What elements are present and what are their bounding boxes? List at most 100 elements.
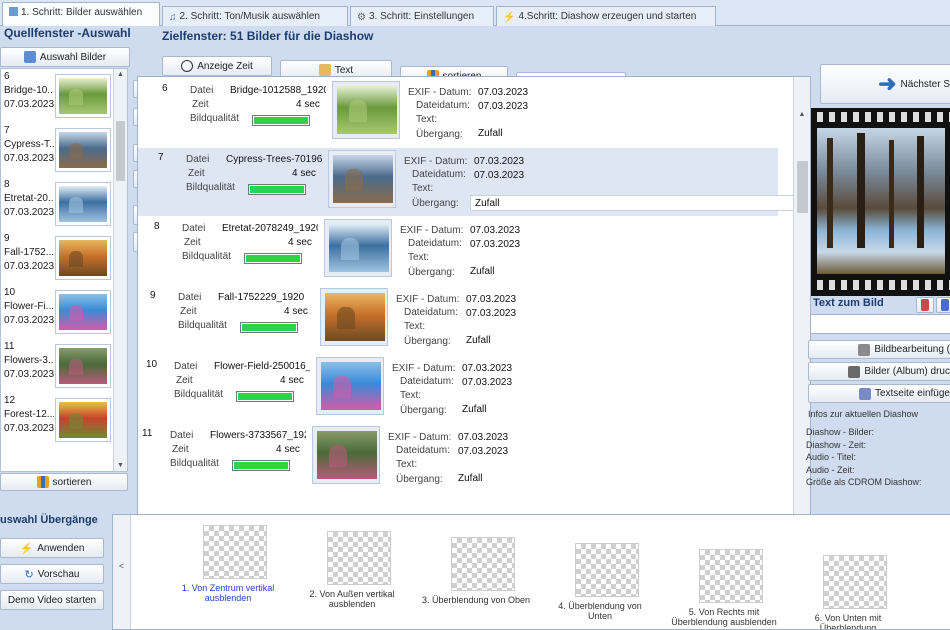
tab-step2[interactable]: ♫ 2. Schritt: Ton/Musik auswählen [162, 6, 348, 26]
image-icon [9, 7, 18, 16]
row-number: 9 [150, 290, 156, 301]
tab-step1[interactable]: 1. Schritt: Bilder auswählen [2, 2, 160, 26]
text-label: Text: [408, 252, 430, 263]
display-time-button[interactable]: Anzeige Zeit [162, 56, 272, 76]
table-row[interactable]: 9 Datei Fall-1752229_1920 Zeit 4 sec Bil… [138, 286, 778, 354]
image-text-input[interactable] [810, 314, 950, 334]
transition-thumbnail [451, 537, 515, 591]
transition-item[interactable]: 1. Von Zentrum vertikal ausblenden [173, 525, 283, 625]
row-number: 11 [142, 428, 153, 439]
tab-step3[interactable]: ⚙ 3. Schritt: Einstellungen [350, 6, 494, 26]
filedate-label: Dateidatum: [396, 445, 450, 456]
info-audio-title: Audio - Titel: [806, 452, 857, 462]
sort-icon [36, 476, 49, 488]
apply-button[interactable]: ⚡ Anwenden [0, 538, 104, 558]
quality-bar [248, 184, 306, 195]
quality-label: Bildqualität [186, 182, 235, 193]
transitions-title: uswahl Übergänge [0, 514, 98, 526]
transition-select[interactable]: Zufall [458, 402, 794, 418]
filedate-value: 07.03.2023 [478, 101, 529, 112]
format-icon [941, 299, 949, 311]
quality-label: Bildqualität [178, 320, 227, 331]
scroll-left-icon[interactable]: < [113, 561, 130, 571]
transition-item[interactable]: 5. Von Rechts mit Überblendung ausblende… [669, 549, 779, 629]
time-label: Zeit [176, 375, 193, 386]
list-item[interactable]: 6 Bridge-10... 07.03.2023 [1, 69, 115, 123]
transition-select[interactable]: Zufall [470, 195, 794, 211]
transitions-scrollbar[interactable]: < [113, 515, 131, 629]
item-name: Flower-Fi... [4, 301, 54, 312]
list-item[interactable]: 11 Flowers-3... 07.03.2023 [1, 339, 115, 393]
table-row[interactable]: 6 Datei Bridge-1012588_1920 Zeit 4 sec B… [138, 79, 778, 147]
scroll-down-icon[interactable]: ▼ [114, 462, 127, 469]
print-album-button[interactable]: Bilder (Album) druc [808, 362, 950, 381]
file-label: Datei [182, 223, 206, 234]
info-cdrom-size: Größe als CDROM Diashow: [806, 477, 922, 487]
transition-select[interactable]: Zufall [466, 264, 794, 280]
file-name: Cypress-Trees-7019697... [226, 154, 322, 165]
item-number: 11 [4, 341, 15, 352]
filedate-value: 07.03.2023 [458, 446, 509, 457]
time-value: 4 sec [288, 237, 312, 248]
transition-select[interactable]: Zufall [454, 471, 794, 487]
file-label: Datei [170, 430, 194, 441]
insert-textpage-button[interactable]: Textseite einfüge [808, 384, 950, 403]
preview-button[interactable]: ↻ Vorschau [0, 564, 104, 584]
filedate-label: Dateidatum: [416, 100, 470, 111]
item-thumbnail [55, 182, 111, 226]
file-label: Datei [190, 85, 214, 96]
transition-item[interactable]: 4. Überblendung von Unten [545, 543, 655, 629]
list-item[interactable]: 9 Fall-1752... 07.03.2023 [1, 231, 115, 285]
text-to-image-title: Text zum Bild [813, 297, 884, 309]
transition-item[interactable]: 3. Überblendung von Oben [421, 537, 531, 629]
item-number: 7 [4, 125, 10, 136]
transition-label: 4. Überblendung von Unten [558, 601, 642, 621]
scroll-up-icon[interactable]: ▲ [114, 71, 127, 78]
file-name: Fall-1752229_1920 [218, 292, 305, 303]
list-item[interactable]: 8 Etretat-20... 07.03.2023 [1, 177, 115, 231]
transition-item[interactable]: 2. Von Außen vertikal ausblenden [297, 531, 407, 629]
time-label: Zeit [180, 306, 197, 317]
transition-item[interactable]: 6. Von Unten mit Überblendung [793, 555, 903, 629]
filedate-label: Dateidatum: [400, 376, 454, 387]
film-perforation-bottom [811, 280, 950, 290]
table-row[interactable]: 7 Datei Cypress-Trees-7019697... Zeit 4 … [138, 148, 794, 216]
info-time: Diashow - Zeit: [806, 439, 867, 450]
select-images-button[interactable]: Auswahl Bilder [0, 47, 130, 67]
table-row[interactable]: 11 Datei Flowers-3733567_1920 Zeit 4 sec… [138, 424, 778, 492]
item-date: 07.03.2023 [4, 315, 55, 326]
item-thumbnail [55, 74, 111, 118]
transition-thumbnail [575, 543, 639, 597]
item-name: Forest-12... [4, 409, 54, 420]
text-format-button[interactable] [936, 297, 950, 313]
list-item[interactable]: 10 Flower-Fi... 07.03.2023 [1, 285, 115, 339]
text-font-button[interactable] [916, 297, 934, 313]
image-edit-button[interactable]: Bildbearbeitung ( [808, 340, 950, 359]
next-step-button[interactable]: ➜ Nächster S [820, 64, 950, 104]
table-row[interactable]: 10 Datei Flower-Field-250016_1... Zeit 4… [138, 355, 778, 423]
transition-value: Zufall [466, 335, 491, 346]
scroll-thumb[interactable] [797, 161, 808, 213]
row-thumbnail [316, 357, 384, 415]
file-label: Datei [178, 292, 202, 303]
item-date: 07.03.2023 [4, 369, 55, 380]
source-scrollbar[interactable]: ▲ ▼ [113, 69, 127, 471]
text-label: Text: [416, 114, 438, 125]
transition-select[interactable]: Zufall [474, 126, 794, 142]
transition-value: Zufall [475, 198, 500, 209]
list-item[interactable]: 7 Cypress-T... 07.03.2023 [1, 123, 115, 177]
quality-bar [240, 322, 298, 333]
quality-label: Bildqualität [190, 113, 239, 124]
table-row[interactable]: 8 Datei Etretat-2078249_1920 Zeit 4 sec … [138, 217, 778, 285]
list-item[interactable]: 12 Forest-12... 07.03.2023 [1, 393, 115, 447]
source-sort-button[interactable]: sortieren [0, 473, 128, 491]
transitions-list: < 1. Von Zentrum vertikal ausblenden 2. … [112, 514, 950, 630]
row-thumbnail [324, 219, 392, 277]
demo-video-button[interactable]: Demo Video starten [0, 590, 104, 610]
scroll-up-icon[interactable]: ▲ [794, 111, 810, 118]
scroll-thumb[interactable] [116, 121, 125, 181]
text-icon [318, 64, 331, 76]
info-images: Diashow - Bilder: [806, 427, 875, 437]
tab-step4[interactable]: ⚡ 4.Schritt: Diashow erzeugen und starten [496, 6, 716, 26]
transition-select[interactable]: Zufall [462, 333, 794, 349]
